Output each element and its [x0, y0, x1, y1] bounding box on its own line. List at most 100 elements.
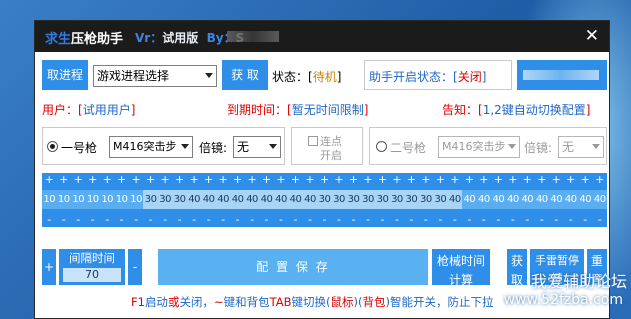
gun-time-calc-button[interactable]: 枪械时间 计算 [432, 249, 490, 287]
grid-value[interactable]: 40 [259, 190, 274, 209]
grid-plus-button[interactable]: + [578, 173, 592, 186]
grid-minus-button[interactable]: - [332, 213, 346, 226]
grid-value[interactable]: 40 [578, 190, 593, 209]
grid-value[interactable]: 40 [288, 190, 303, 209]
grid-minus-button[interactable]: - [578, 213, 592, 226]
grid-minus-button[interactable]: - [114, 213, 128, 226]
grid-minus-button[interactable]: - [593, 213, 607, 226]
grid-value[interactable]: 30 [172, 190, 187, 209]
save-config-button[interactable]: 配 置 保 存 [158, 249, 428, 285]
grid-value[interactable]: 30 [143, 190, 158, 209]
grid-value[interactable]: 40 [273, 190, 289, 209]
grid-value[interactable]: 10 [42, 190, 57, 209]
grid-plus-button[interactable]: + [317, 173, 331, 186]
grid-value[interactable]: 40 [302, 190, 318, 209]
grid-value[interactable]: 40 [447, 190, 463, 209]
grid-minus-button[interactable]: - [259, 213, 273, 226]
grid-plus-button[interactable]: + [448, 173, 462, 186]
grid-plus-button[interactable]: + [114, 173, 128, 186]
grid-minus-button[interactable]: - [143, 213, 157, 226]
grid-minus-button[interactable]: - [549, 213, 563, 226]
grid-minus-button[interactable]: - [201, 213, 215, 226]
grid-value[interactable]: 40 [230, 190, 245, 209]
grid-value[interactable]: 10 [56, 190, 71, 209]
grid-plus-button[interactable]: + [71, 173, 85, 186]
grid-value[interactable]: 10 [70, 190, 86, 209]
grid-value[interactable]: 40 [244, 190, 260, 209]
grid-minus-button[interactable]: - [448, 213, 462, 226]
interval-plus-button[interactable]: + [42, 249, 56, 285]
grid-minus-button[interactable]: - [56, 213, 70, 226]
grid-value[interactable]: 30 [389, 190, 405, 209]
grid-minus-button[interactable]: - [462, 213, 476, 226]
grid-value[interactable]: 30 [375, 190, 390, 209]
grid-value[interactable]: 10 [85, 190, 100, 209]
grid-value[interactable]: 30 [433, 190, 448, 209]
grid-value[interactable]: 30 [157, 190, 173, 209]
grid-plus-button[interactable]: + [129, 173, 143, 186]
grid-plus-button[interactable]: + [491, 173, 505, 186]
get-key-button[interactable]: 获取 [507, 249, 527, 287]
grid-value[interactable]: 40 [505, 190, 521, 209]
grid-plus-button[interactable]: + [375, 173, 389, 186]
grid-minus-button[interactable]: - [42, 213, 56, 226]
grid-minus-button[interactable]: - [346, 213, 360, 226]
gun1-weapon-select[interactable]: M416突击步 [109, 136, 193, 158]
grid-plus-button[interactable]: + [230, 173, 244, 186]
grid-plus-button[interactable]: + [564, 173, 578, 186]
grid-plus-button[interactable]: + [506, 173, 520, 186]
gun1-multiplier-select[interactable]: 无 [233, 136, 281, 158]
grid-plus-button[interactable]: + [303, 173, 317, 186]
grid-minus-button[interactable]: - [375, 213, 389, 226]
grid-value[interactable]: 30 [346, 190, 361, 209]
interval-value[interactable]: 70 [63, 268, 121, 282]
gun1-radio[interactable] [47, 141, 58, 152]
grid-minus-button[interactable]: - [404, 213, 418, 226]
grid-plus-button[interactable]: + [390, 173, 404, 186]
grid-value[interactable]: 40 [476, 190, 492, 209]
get-button[interactable]: 获 取 [222, 60, 268, 90]
grid-plus-button[interactable]: + [259, 173, 273, 186]
grid-value[interactable]: 40 [592, 190, 607, 209]
grid-minus-button[interactable]: - [216, 213, 230, 226]
grid-plus-button[interactable]: + [288, 173, 302, 186]
grid-minus-button[interactable]: - [85, 213, 99, 226]
grid-plus-button[interactable]: + [42, 173, 56, 186]
gun2-weapon-select[interactable]: M416突击步 [438, 136, 520, 158]
grid-minus-button[interactable]: - [187, 213, 201, 226]
get-process-button[interactable]: 取进程 [42, 60, 88, 90]
gun2-multiplier-select[interactable]: 无 [558, 136, 604, 158]
grid-plus-button[interactable]: + [172, 173, 186, 186]
grid-plus-button[interactable]: + [100, 173, 114, 186]
grid-value[interactable]: 30 [418, 190, 434, 209]
grid-value[interactable]: 30 [317, 190, 332, 209]
grid-minus-button[interactable]: - [245, 213, 259, 226]
burst-checkbox[interactable] [308, 136, 318, 146]
grid-plus-button[interactable]: + [549, 173, 563, 186]
grid-value[interactable]: 40 [549, 190, 564, 209]
grid-value[interactable]: 10 [99, 190, 115, 209]
grid-minus-button[interactable]: - [100, 213, 114, 226]
grid-minus-button[interactable]: - [230, 213, 244, 226]
grid-plus-button[interactable]: + [346, 173, 360, 186]
grid-plus-button[interactable]: + [477, 173, 491, 186]
grid-plus-button[interactable]: + [158, 173, 172, 186]
grid-value[interactable]: 30 [360, 190, 376, 209]
grid-plus-button[interactable]: + [85, 173, 99, 186]
grid-minus-button[interactable]: - [419, 213, 433, 226]
grid-plus-button[interactable]: + [433, 173, 447, 186]
grid-minus-button[interactable]: - [390, 213, 404, 226]
grid-minus-button[interactable]: - [317, 213, 331, 226]
grid-minus-button[interactable]: - [303, 213, 317, 226]
grid-plus-button[interactable]: + [332, 173, 346, 186]
grid-plus-button[interactable]: + [143, 173, 157, 186]
grid-minus-button[interactable]: - [433, 213, 447, 226]
grid-plus-button[interactable]: + [216, 173, 230, 186]
grid-value[interactable]: 10 [114, 190, 129, 209]
grid-plus-button[interactable]: + [361, 173, 375, 186]
grid-plus-button[interactable]: + [274, 173, 288, 186]
grid-minus-button[interactable]: - [361, 213, 375, 226]
grid-plus-button[interactable]: + [245, 173, 259, 186]
grid-minus-button[interactable]: - [506, 213, 520, 226]
grid-minus-button[interactable]: - [274, 213, 288, 226]
